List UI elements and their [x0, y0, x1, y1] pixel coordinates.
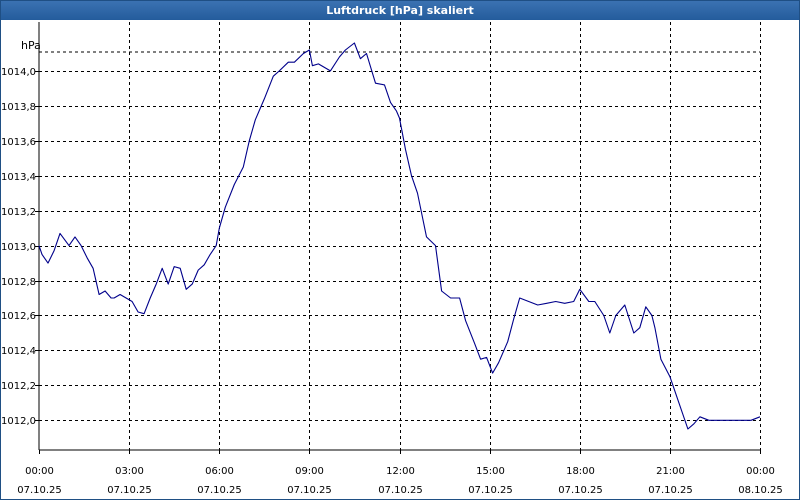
- x-tick-time-label: 00:00: [25, 466, 54, 477]
- y-tick-label: 1013,2: [1, 207, 36, 218]
- y-tick-label: 1012,4: [1, 346, 36, 357]
- x-tick-date-label: 07.10.25: [197, 485, 242, 496]
- y-tick-label: 1014,0: [1, 67, 36, 78]
- x-tick-time-label: 12:00: [386, 466, 415, 477]
- x-tick-time-label: 06:00: [205, 466, 234, 477]
- y-tick-label: 1013,0: [1, 242, 36, 253]
- x-tick-date-label: 07.10.25: [558, 485, 603, 496]
- x-tick-date-label: 07.10.25: [287, 485, 332, 496]
- x-tick-date-label: 07.10.25: [107, 485, 152, 496]
- y-tick-label: 1013,6: [1, 137, 36, 148]
- y-tick-label: 1013,4: [1, 172, 36, 183]
- x-tick-time-label: 15:00: [476, 466, 505, 477]
- x-tick-date-label: 08.10.25: [738, 485, 783, 496]
- y-tick-label: 1012,8: [1, 277, 36, 288]
- x-tick-time-label: 09:00: [295, 466, 324, 477]
- y-tick-label: 1012,6: [1, 311, 36, 322]
- x-tick-time-label: 18:00: [566, 466, 595, 477]
- x-tick-date-label: 07.10.25: [648, 485, 693, 496]
- x-tick-date-label: 07.10.25: [468, 485, 513, 496]
- x-tick-time-label: 21:00: [656, 466, 685, 477]
- y-tick-label: 1013,8: [1, 102, 36, 113]
- x-tick-date-label: 07.10.25: [17, 485, 62, 496]
- x-tick-date-label: 07.10.25: [378, 485, 423, 496]
- pressure-line-chart: 1012,0 1012,2 1012,4 1012,6 1012,8 1013,0 1013…: [1, 22, 783, 496]
- x-tick-time-label: 03:00: [115, 466, 144, 477]
- y-tick-label: 1012,2: [1, 381, 36, 392]
- y-tick-label: 1012,0: [1, 416, 36, 427]
- pressure-series-line: [38, 42, 761, 430]
- x-tick-time-label: 00:00: [746, 466, 775, 477]
